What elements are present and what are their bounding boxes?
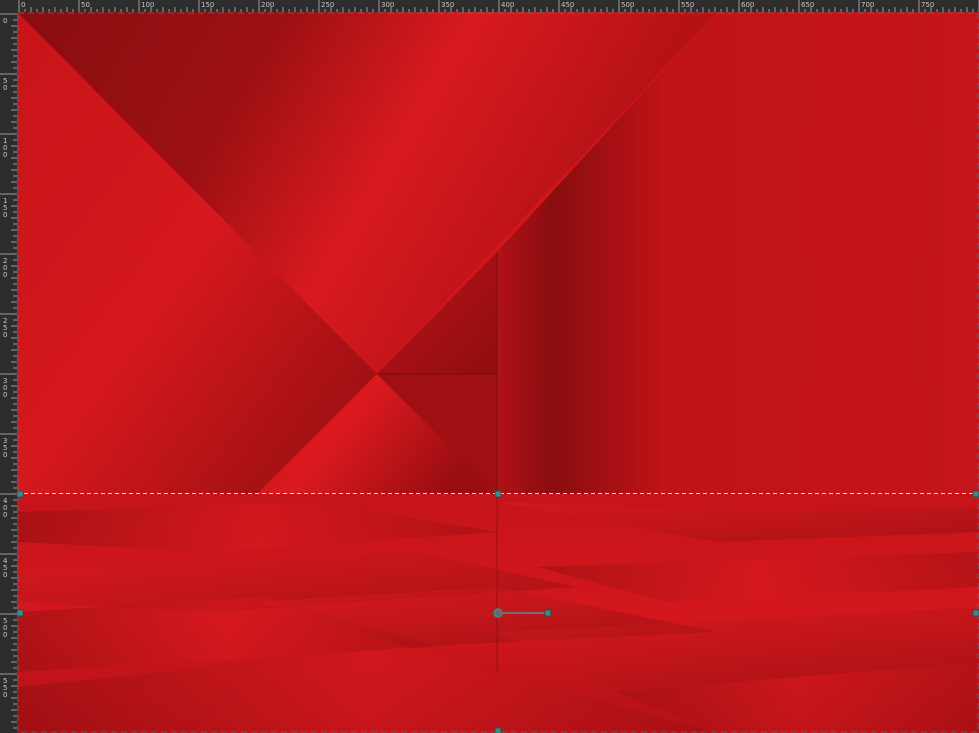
ruler-left-label: 0 [3, 331, 7, 339]
rotate-handle-icon[interactable] [493, 608, 503, 618]
transform-handle-icon[interactable] [17, 490, 24, 498]
ruler-left-label: 0 [3, 17, 7, 25]
ruler-left-label: 0 [3, 211, 7, 219]
ruler-left-label: 0 [3, 271, 7, 279]
transform-handle-icon[interactable] [972, 609, 979, 617]
ruler-top-label: 0 [21, 1, 25, 9]
ruler-top-label: 550 [681, 1, 694, 9]
image-canvas[interactable] [17, 12, 979, 733]
vertical-ruler-ticks: 050100150200250300350400450500550 [0, 13, 17, 729]
vertical-ruler[interactable]: 050100150200250300350400450500550 [0, 12, 18, 733]
ruler-top-label: 700 [861, 1, 874, 9]
ruler-top-label: 450 [561, 1, 574, 9]
transform-handle-icon[interactable] [494, 490, 502, 498]
ruler-left-label: 0 [3, 151, 7, 159]
transform-handle-icon[interactable] [494, 727, 502, 733]
ruler-top-label: 200 [261, 1, 274, 9]
ruler-left-label: 0 [3, 391, 7, 399]
ruler-left-label: 0 [3, 571, 7, 579]
ruler-top-label: 250 [321, 1, 334, 9]
ruler-top-label: 300 [381, 1, 394, 9]
ruler-left-label: 0 [3, 84, 7, 92]
ruler-top-label: 750 [921, 1, 934, 9]
canvas-artwork [17, 12, 979, 733]
rotate-handle-arm-icon[interactable] [544, 609, 552, 617]
ruler-top-label: 650 [801, 1, 814, 9]
ruler-top-label: 350 [441, 1, 454, 9]
ruler-left-label: 0 [3, 451, 7, 459]
ruler-left-label: 0 [3, 511, 7, 519]
ruler-top-label: 50 [81, 1, 90, 9]
ruler-top-label: 600 [741, 1, 754, 9]
horizontal-ruler-ticks: 0 50 100 150 200 250 300 350 400 450 500 550 600 650 7… [18, 0, 979, 12]
ruler-top-label: 500 [621, 1, 634, 9]
ruler-left-label: 0 [3, 691, 7, 699]
ruler-top-label: 100 [141, 1, 154, 9]
ruler-top-label: 150 [201, 1, 214, 9]
ruler-left-label: 0 [3, 631, 7, 639]
transform-handle-icon[interactable] [972, 490, 979, 498]
transform-handle-icon[interactable] [17, 609, 24, 617]
ruler-top-label: 400 [501, 1, 514, 9]
